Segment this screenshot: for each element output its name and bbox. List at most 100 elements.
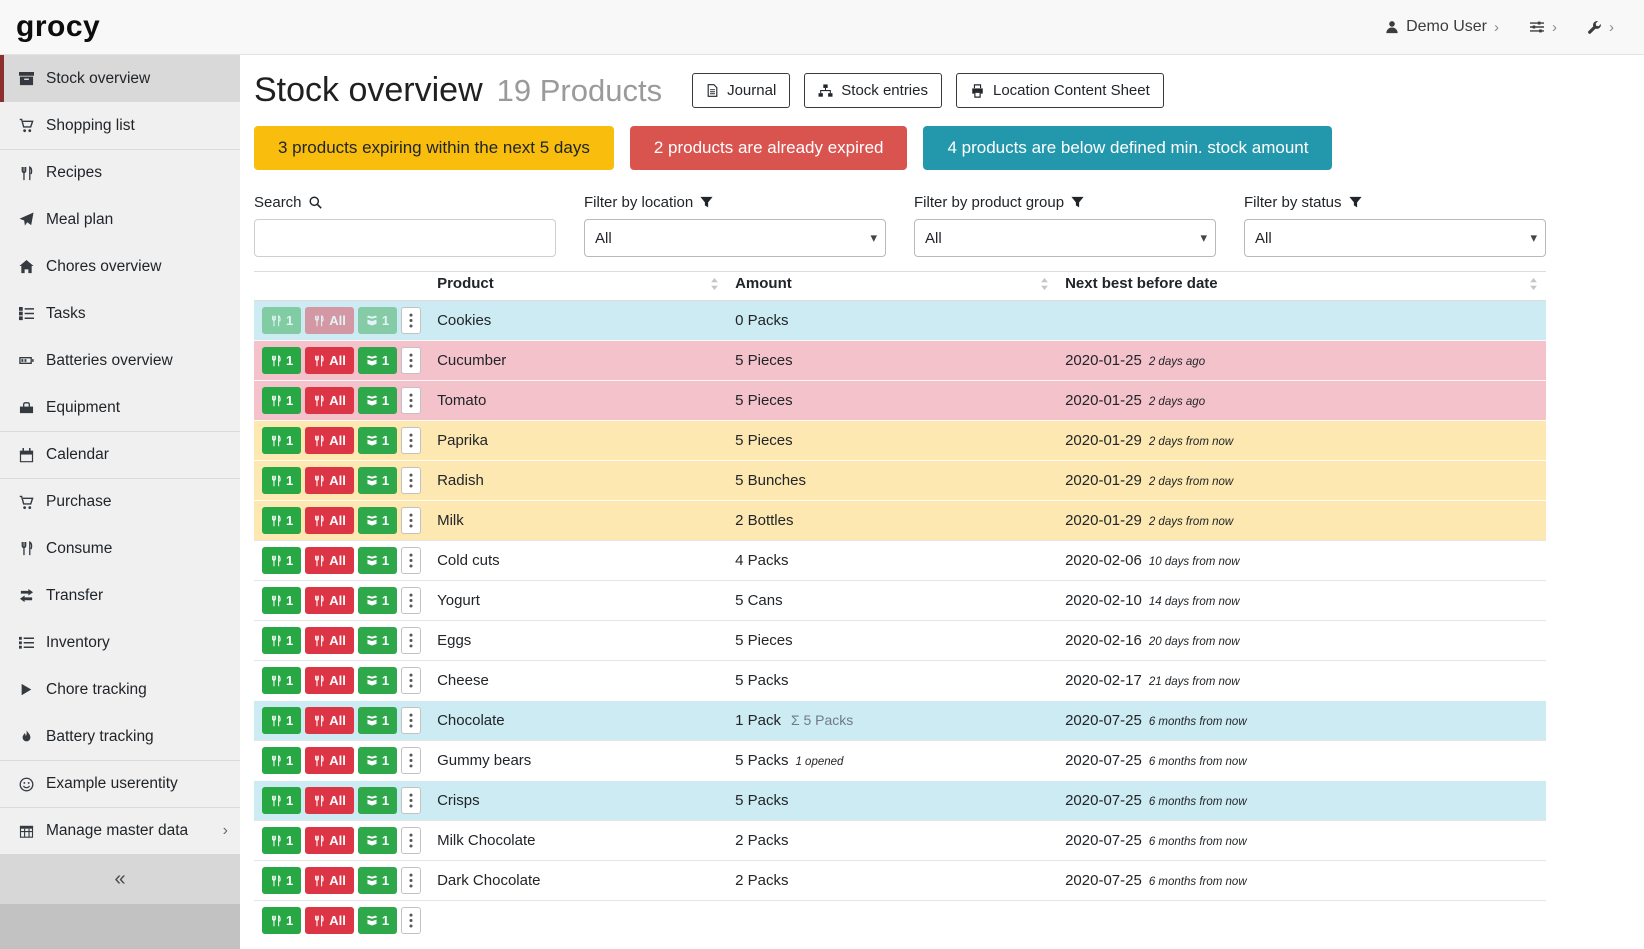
row-menu-button[interactable] (401, 547, 421, 574)
consume-one-button[interactable]: 1 (262, 467, 301, 494)
column-header-product[interactable]: Product (429, 272, 727, 301)
open-one-button[interactable]: 1 (358, 907, 397, 934)
location-filter-select[interactable]: All (584, 219, 886, 257)
consume-all-button[interactable]: All (305, 747, 354, 774)
consume-all-button[interactable]: All (305, 667, 354, 694)
consume-all-button[interactable]: All (305, 867, 354, 894)
consume-all-button[interactable]: All (305, 907, 354, 934)
sidebar-item-calendar[interactable]: Calendar (0, 431, 240, 478)
consume-one-button[interactable]: 1 (262, 307, 301, 334)
open-one-button[interactable]: 1 (358, 867, 397, 894)
consume-one-button[interactable]: 1 (262, 347, 301, 374)
row-menu-button[interactable] (401, 827, 421, 854)
sidebar-item-chore-tracking[interactable]: Chore tracking (0, 666, 240, 713)
sidebar-item-recipes[interactable]: Recipes (0, 149, 240, 196)
location-content-sheet-button[interactable]: Location Content Sheet (956, 73, 1164, 108)
column-header-next-best-before-date[interactable]: Next best before date (1057, 272, 1546, 301)
search-input[interactable] (254, 219, 556, 257)
row-menu-button[interactable] (401, 347, 421, 374)
sidebar-item-batteries-overview[interactable]: Batteries overview (0, 337, 240, 384)
open-one-button[interactable]: 1 (358, 747, 397, 774)
consume-all-button[interactable]: All (305, 587, 354, 614)
admin-menu[interactable]: › (1587, 19, 1614, 36)
danger-banner[interactable]: 2 products are already expired (630, 126, 908, 170)
sidebar-item-stock-overview[interactable]: Stock overview (0, 55, 240, 102)
consume-all-button[interactable]: All (305, 467, 354, 494)
consume-all-button[interactable]: All (305, 307, 354, 334)
sidebar-item-purchase[interactable]: Purchase (0, 478, 240, 525)
consume-all-button[interactable]: All (305, 427, 354, 454)
sidebar-item-manage-master-data[interactable]: Manage master data› (0, 807, 240, 854)
consume-one-button[interactable]: 1 (262, 387, 301, 414)
warning-banner[interactable]: 3 products expiring within the next 5 da… (254, 126, 614, 170)
consume-one-button[interactable]: 1 (262, 707, 301, 734)
consume-all-button[interactable]: All (305, 627, 354, 654)
sidebar-item-example-userentity[interactable]: Example userentity (0, 760, 240, 807)
consume-all-button[interactable]: All (305, 347, 354, 374)
sidebar-item-inventory[interactable]: Inventory (0, 619, 240, 666)
open-one-button[interactable]: 1 (358, 387, 397, 414)
sidebar-item-meal-plan[interactable]: Meal plan (0, 196, 240, 243)
open-one-button[interactable]: 1 (358, 307, 397, 334)
consume-one-button[interactable]: 1 (262, 667, 301, 694)
open-one-button[interactable]: 1 (358, 507, 397, 534)
row-menu-button[interactable] (401, 427, 421, 454)
consume-all-button[interactable]: All (305, 547, 354, 574)
journal-button[interactable]: Journal (692, 73, 790, 108)
consume-all-button[interactable]: All (305, 827, 354, 854)
sidebar-collapse-button[interactable]: « (0, 854, 240, 904)
product-group-filter-select[interactable]: All (914, 219, 1216, 257)
open-one-button[interactable]: 1 (358, 827, 397, 854)
settings-menu[interactable]: › (1529, 19, 1557, 36)
consume-one-button[interactable]: 1 (262, 827, 301, 854)
stock-entries-button[interactable]: Stock entries (804, 73, 942, 108)
open-one-button[interactable]: 1 (358, 467, 397, 494)
consume-one-button[interactable]: 1 (262, 587, 301, 614)
row-menu-button[interactable] (401, 307, 421, 334)
row-menu-button[interactable] (401, 507, 421, 534)
row-menu-button[interactable] (401, 707, 421, 734)
row-menu-button[interactable] (401, 907, 421, 934)
open-one-button[interactable]: 1 (358, 707, 397, 734)
row-menu-button[interactable] (401, 787, 421, 814)
sidebar-item-tasks[interactable]: Tasks (0, 290, 240, 337)
consume-one-button[interactable]: 1 (262, 867, 301, 894)
title-row: Stock overview 19 Products JournalStock … (254, 71, 1546, 110)
open-one-button[interactable]: 1 (358, 427, 397, 454)
consume-one-button[interactable]: 1 (262, 627, 301, 654)
open-one-button[interactable]: 1 (358, 347, 397, 374)
info-banner[interactable]: 4 products are below defined min. stock … (923, 126, 1332, 170)
column-header-amount[interactable]: Amount (727, 272, 1057, 301)
consume-one-button[interactable]: 1 (262, 427, 301, 454)
status-filter-select[interactable]: All (1244, 219, 1546, 257)
user-menu[interactable]: Demo User › (1385, 18, 1499, 36)
consume-all-button[interactable]: All (305, 787, 354, 814)
consume-all-button[interactable]: All (305, 387, 354, 414)
consume-one-button[interactable]: 1 (262, 907, 301, 934)
consume-one-button[interactable]: 1 (262, 507, 301, 534)
row-menu-button[interactable] (401, 867, 421, 894)
consume-all-button[interactable]: All (305, 507, 354, 534)
open-one-button[interactable]: 1 (358, 627, 397, 654)
sidebar-item-equipment[interactable]: Equipment (0, 384, 240, 431)
row-menu-button[interactable] (401, 387, 421, 414)
sidebar-item-chores-overview[interactable]: Chores overview (0, 243, 240, 290)
row-menu-button[interactable] (401, 627, 421, 654)
grocy-logo[interactable]: grocy (16, 10, 100, 44)
consume-one-button[interactable]: 1 (262, 747, 301, 774)
open-one-button[interactable]: 1 (358, 787, 397, 814)
consume-all-button[interactable]: All (305, 707, 354, 734)
open-one-button[interactable]: 1 (358, 587, 397, 614)
sidebar-item-transfer[interactable]: Transfer (0, 572, 240, 619)
row-menu-button[interactable] (401, 667, 421, 694)
consume-one-button[interactable]: 1 (262, 547, 301, 574)
open-one-button[interactable]: 1 (358, 667, 397, 694)
sidebar-item-shopping-list[interactable]: Shopping list (0, 102, 240, 149)
row-menu-button[interactable] (401, 747, 421, 774)
open-one-button[interactable]: 1 (358, 547, 397, 574)
sidebar-item-consume[interactable]: Consume (0, 525, 240, 572)
row-menu-button[interactable] (401, 467, 421, 494)
row-menu-button[interactable] (401, 587, 421, 614)
sidebar-item-battery-tracking[interactable]: Battery tracking (0, 713, 240, 760)
consume-one-button[interactable]: 1 (262, 787, 301, 814)
